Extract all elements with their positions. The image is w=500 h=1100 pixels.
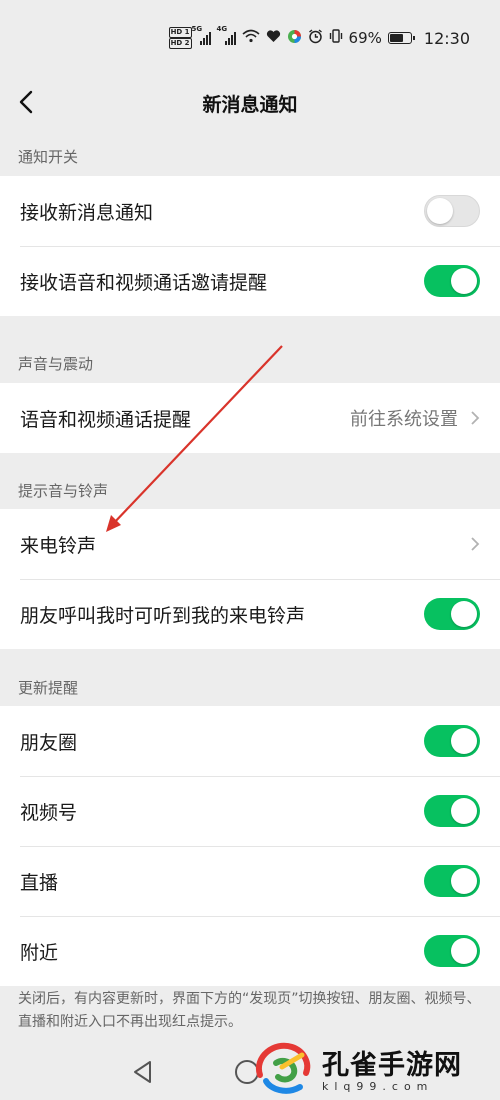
group-notify: 接收新消息通知 接收语音和视频通话邀请提醒 — [0, 176, 500, 316]
toggle-knob — [451, 798, 477, 824]
receive-notifications-toggle[interactable] — [424, 195, 480, 227]
toggle-knob — [451, 938, 477, 964]
group-ringtone: 来电铃声 朋友呼叫我时可听到我的来电铃声 — [0, 509, 500, 649]
row-ringtone[interactable]: 来电铃声 — [0, 509, 500, 579]
row-call-alert[interactable]: 语音和视频通话提醒 前往系统设置 — [0, 383, 500, 453]
toggle-knob — [451, 868, 477, 894]
row-channels: 视频号 — [0, 776, 500, 846]
friend-hear-ringtone-toggle[interactable] — [424, 598, 480, 630]
row-receive-notifications: 接收新消息通知 — [0, 176, 500, 246]
row-nearby: 附近 — [0, 916, 500, 986]
toggle-knob — [427, 198, 453, 224]
clock: 12:30 — [423, 28, 470, 48]
toggle-knob — [451, 601, 477, 627]
hd2-label: HD 2 — [168, 38, 192, 49]
page-title: 新消息通知 — [202, 94, 298, 116]
heart-icon — [266, 29, 281, 47]
live-toggle[interactable] — [424, 865, 480, 897]
call-invite-toggle[interactable] — [424, 265, 480, 297]
row-label: 接收语音和视频通话邀请提醒 — [20, 271, 268, 294]
section-header-updates: 更新提醒 — [18, 679, 79, 697]
row-friend-hear-ringtone: 朋友呼叫我时可听到我的来电铃声 — [0, 579, 500, 649]
signal-4g-icon: 4G — [217, 25, 236, 45]
toggle-knob — [451, 728, 477, 754]
nearby-toggle[interactable] — [424, 935, 480, 967]
row-label: 接收新消息通知 — [20, 201, 154, 224]
channels-toggle[interactable] — [424, 795, 480, 827]
vibrate-icon — [329, 29, 343, 47]
row-label: 朋友圈 — [20, 731, 78, 754]
battery-percent: 69% — [348, 29, 382, 47]
toggle-knob — [451, 268, 477, 294]
wifi-icon — [242, 29, 260, 47]
nav-bar: 新消息通知 — [0, 76, 500, 132]
row-label: 附近 — [20, 941, 59, 964]
moments-toggle[interactable] — [424, 725, 480, 757]
battery-icon — [387, 32, 415, 44]
watermark-sub: klq99.com — [322, 1080, 434, 1093]
group-sound: 语音和视频通话提醒 前往系统设置 — [0, 383, 500, 453]
hd-indicator: HD 1 HD 2 — [168, 27, 192, 49]
sig2-label: 4G — [216, 25, 228, 33]
section-header-ringtone: 提示音与铃声 — [18, 482, 109, 500]
chevron-right-icon — [471, 411, 480, 425]
row-label: 来电铃声 — [20, 534, 97, 557]
row-label: 直播 — [20, 871, 59, 894]
row-moments: 朋友圈 — [0, 706, 500, 776]
row-live: 直播 — [0, 846, 500, 916]
hd1-label: HD 1 — [168, 27, 192, 38]
watermark: 孔雀手游网 klq99.com — [252, 1036, 500, 1100]
row-call-invite-reminder: 接收语音和视频通话邀请提醒 — [0, 246, 500, 316]
section-header-notify: 通知开关 — [18, 148, 79, 166]
signal-5g-icon: 5G — [192, 25, 211, 45]
row-label: 视频号 — [20, 801, 78, 824]
footnote-text: 关闭后，有内容更新时，界面下方的“发现页”切换按钮、朋友圈、视频号、直播和附近入… — [18, 991, 481, 1030]
watermark-title: 孔雀手游网 — [322, 1050, 462, 1081]
chevron-right-icon — [471, 537, 480, 551]
status-bar: HD 1 HD 2 5G 4G 69% 12:30 — [0, 0, 500, 76]
watermark-logo-icon — [255, 1042, 311, 1094]
alarm-icon — [308, 28, 323, 48]
section-header-sound: 声音与震动 — [18, 355, 94, 373]
system-back-icon[interactable] — [130, 1058, 156, 1086]
row-label: 朋友呼叫我时可听到我的来电铃声 — [20, 604, 306, 627]
row-label: 语音和视频通话提醒 — [20, 408, 192, 431]
app-colorful-icon — [287, 29, 302, 48]
group-updates: 朋友圈 视频号 直播 附近 — [0, 706, 500, 986]
row-value: 前往系统设置 — [350, 409, 458, 430]
sig1-label: 5G — [191, 25, 203, 33]
battery-fill — [389, 34, 403, 42]
